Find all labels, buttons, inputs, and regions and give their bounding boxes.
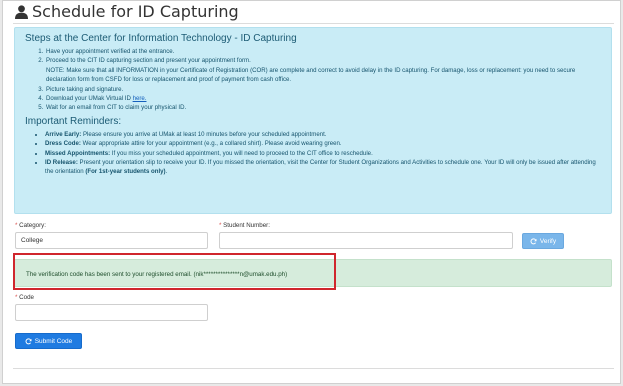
instructions-panel: Steps at the Center for Information Tech… <box>14 27 612 214</box>
category-label: * Category: <box>15 222 46 229</box>
verify-button[interactable]: Verify <box>522 233 564 249</box>
reminder-text: If you miss your scheduled appointment, … <box>110 149 373 157</box>
category-label-text: Category: <box>19 222 46 229</box>
step-item: Proceed to the CIT ID capturing section … <box>45 56 601 84</box>
steps-title: Steps at the Center for Information Tech… <box>25 33 297 44</box>
page-title: Schedule for ID Capturing <box>15 2 239 21</box>
code-label-text: Code <box>19 294 34 301</box>
step-text: Download your UMak Virtual ID <box>46 95 133 103</box>
reminders-title: Important Reminders: <box>25 115 122 127</box>
user-icon <box>15 4 28 19</box>
highlight-box <box>13 253 336 290</box>
reminder-label: Dress Code: <box>45 140 81 148</box>
virtual-id-link[interactable]: here. <box>133 95 147 102</box>
submit-code-button[interactable]: Submit Code <box>15 333 82 349</box>
category-field[interactable]: College <box>15 232 208 249</box>
code-label: * Code <box>15 294 34 301</box>
page-title-text: Schedule for ID Capturing <box>32 2 239 21</box>
reminder-tail: . <box>165 168 168 176</box>
refresh-icon <box>25 337 32 345</box>
step-item: Download your UMak Virtual ID here. <box>45 94 601 103</box>
step-text: Proceed to the CIT ID capturing section … <box>46 57 251 65</box>
app-frame: Schedule for ID Capturing Steps at the C… <box>2 0 621 384</box>
reminder-text: Please ensure you arrive at UMak at leas… <box>81 130 327 138</box>
student-number-label-text: Student Number: <box>223 222 270 229</box>
reminder-label: Arrive Early: <box>45 130 82 138</box>
refresh-icon <box>530 237 537 245</box>
required-mark: * <box>15 222 18 229</box>
step-item: Picture taking and signature. <box>45 85 601 94</box>
required-mark: * <box>219 222 222 229</box>
code-input[interactable] <box>15 304 208 321</box>
reminder-emphasis: (For 1st-year students only) <box>85 168 166 176</box>
bottom-divider <box>13 368 614 369</box>
student-number-label: * Student Number: <box>219 222 270 229</box>
reminder-label: ID Release: <box>45 159 78 167</box>
student-number-input[interactable] <box>219 232 513 249</box>
submit-code-label: Submit Code <box>34 337 73 345</box>
title-divider <box>13 23 614 24</box>
required-mark: * <box>15 294 18 301</box>
reminder-item: Missed Appointments: If you miss your sc… <box>45 149 601 158</box>
reminder-text: Wear appropriate attire for your appoint… <box>80 140 342 148</box>
steps-list: Have your appointment verified at the en… <box>25 47 601 113</box>
reminder-item: ID Release: Present your orientation sli… <box>45 158 601 177</box>
verify-label: Verify <box>539 237 557 245</box>
reminder-item: Dress Code: Wear appropriate attire for … <box>45 139 601 148</box>
reminders-list: Arrive Early: Please ensure you arrive a… <box>25 130 601 177</box>
step-note: NOTE: Make sure that all INFORMATION in … <box>46 66 576 84</box>
reminder-item: Arrive Early: Please ensure you arrive a… <box>45 130 601 139</box>
reminder-label: Missed Appointments: <box>45 149 111 157</box>
step-item: Wait for an email from CIT to claim your… <box>45 103 601 112</box>
step-item: Have your appointment verified at the en… <box>45 47 601 56</box>
